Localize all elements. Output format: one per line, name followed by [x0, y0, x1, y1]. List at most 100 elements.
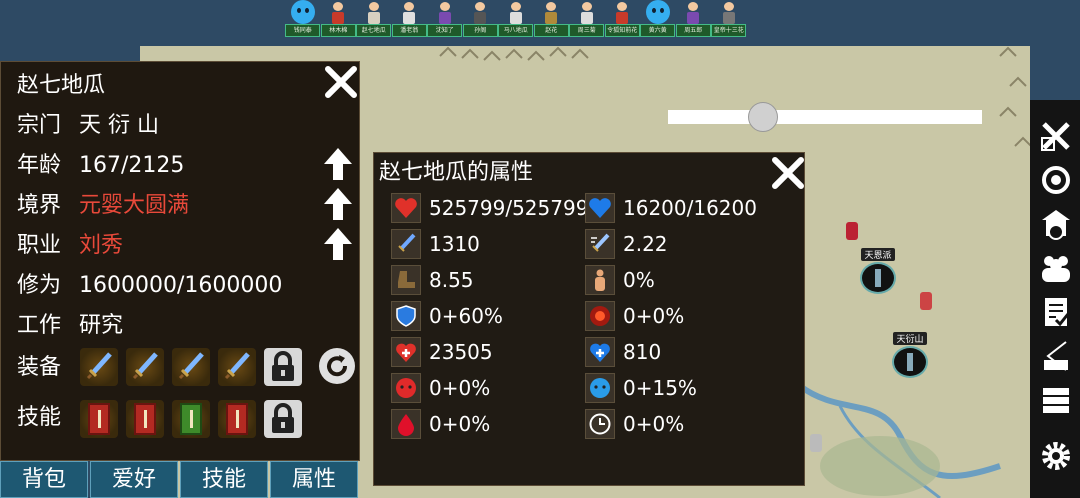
equipment-slot-sword[interactable] [80, 348, 118, 386]
green-book-icon [180, 403, 202, 435]
tab-attributes[interactable]: 属性 [270, 461, 358, 498]
attribute-stat: 8.55 [391, 265, 474, 295]
mana-heart-icon [585, 193, 615, 223]
zoom-slider-knob[interactable] [748, 102, 778, 132]
roster-member[interactable]: 潘老翁 [391, 0, 428, 38]
sect-marker[interactable]: 天恩派 [860, 248, 896, 294]
roster-member-name: 林木棉 [320, 24, 356, 37]
character-sprite-icon [717, 0, 741, 24]
attribute-stat: 0+60% [391, 301, 503, 331]
attributes-title: 赵七地瓜的属性 [379, 160, 534, 185]
roster-member-name: 钱同泰 [285, 24, 321, 37]
attribute-value: 810 [623, 340, 662, 364]
skill-slot-book[interactable] [218, 400, 256, 438]
attribute-value: 0+0% [623, 304, 685, 328]
library-icon[interactable] [1040, 384, 1072, 416]
work-label: 工作 [17, 313, 62, 338]
character-sprite-icon [681, 0, 705, 24]
collapse-icon[interactable] [1040, 120, 1072, 152]
roster-member-name: 马八地瓜 [498, 24, 534, 37]
skill-slot-book[interactable] [172, 400, 210, 438]
map-character-sprite[interactable] [846, 222, 858, 240]
realm-value: 元婴大圆满 [79, 193, 190, 218]
sect-hall-icon[interactable] [1040, 208, 1072, 240]
roster-member[interactable]: 周五郎 [675, 0, 712, 38]
equipment-slot-sword[interactable] [172, 348, 210, 386]
roster-member-name: 潘老翁 [391, 24, 427, 37]
character-sprite-icon [504, 0, 528, 24]
refresh-icon[interactable] [317, 346, 357, 386]
tab-hobbies[interactable]: 爱好 [90, 461, 178, 498]
sect-row: 宗门天 衍 山 [17, 112, 159, 140]
roster-member[interactable]: 孙阁 [462, 0, 499, 38]
realm-up-arrow-icon[interactable] [323, 187, 353, 221]
profession-value: 刘秀 [79, 233, 124, 258]
sword-icon [86, 352, 112, 380]
attribute-stat: 810 [585, 337, 661, 367]
sect-emblem-icon [860, 262, 896, 294]
character-sprite-icon [575, 0, 599, 24]
profession-up-arrow-icon[interactable] [323, 227, 353, 261]
roster-member-name: 孙阁 [462, 24, 498, 37]
attribute-stat: 0+0% [391, 409, 490, 439]
character-sprite-icon [539, 0, 563, 24]
heart-icon [391, 193, 421, 223]
boot-icon [391, 265, 421, 295]
red-face-icon [391, 373, 421, 403]
roster-member[interactable]: 赵花 [533, 0, 570, 38]
map-character-sprite[interactable] [810, 434, 822, 452]
close-icon[interactable] [323, 64, 359, 100]
lock-icon [272, 403, 294, 433]
age-up-arrow-icon[interactable] [323, 147, 353, 181]
roster-member[interactable]: 钱同泰 [285, 0, 321, 38]
tab-skills[interactable]: 技能 [180, 461, 268, 498]
attribute-stat: 2.22 [585, 229, 668, 259]
red-book-icon [88, 403, 110, 435]
roster-member-name: 赵花 [533, 24, 569, 37]
zoom-slider-track[interactable] [668, 110, 982, 124]
red-book-icon [134, 403, 156, 435]
roster-member-name: 赵七地瓜 [356, 24, 392, 37]
realm-row: 境界 元婴大圆满 [17, 192, 189, 220]
skill-slot-book[interactable] [80, 400, 118, 438]
attribute-stat: 0+0% [585, 301, 684, 331]
roster-member[interactable]: 皇帝十三花 [711, 0, 747, 38]
disciples-icon[interactable] [1040, 252, 1072, 284]
skill-slot-locked[interactable] [264, 400, 302, 438]
age-value: 167/2125 [79, 153, 185, 178]
roster-member-name: 周三菊 [569, 24, 605, 37]
attribute-stat: 525799/525799 [391, 193, 588, 223]
tab-inventory[interactable]: 背包 [0, 461, 88, 498]
attribute-stat: 1310 [391, 229, 480, 259]
settings-gear-icon[interactable] [1040, 440, 1072, 472]
cultivation-row: 修为 1600000/1600000 [17, 272, 282, 300]
character-sprite-icon [362, 0, 386, 24]
roster-member-name: 皇帝十三花 [711, 24, 747, 37]
map-character-sprite[interactable] [920, 292, 932, 310]
sword-icon [224, 352, 250, 380]
attribute-value: 2.22 [623, 232, 668, 256]
skill-slot-book[interactable] [126, 400, 164, 438]
attribute-value: 525799/525799 [429, 196, 589, 220]
stats-icon[interactable] [1040, 340, 1072, 372]
roster-member[interactable]: 令狐知前花 [604, 0, 641, 38]
character-sprite-icon [433, 0, 457, 24]
sect-label: 宗门 [17, 113, 62, 138]
roster-member[interactable]: 林木棉 [320, 0, 357, 38]
roster-member[interactable]: 沈知了 [427, 0, 463, 38]
equipment-slot-sword[interactable] [126, 348, 164, 386]
roster-member[interactable]: 周三菊 [569, 0, 605, 38]
sect-emblem-icon [892, 346, 928, 378]
equipment-slot-sword[interactable] [218, 348, 256, 386]
sword-speed-icon [585, 229, 615, 259]
roster-member[interactable]: 马八地瓜 [498, 0, 534, 38]
sect-marker[interactable]: 天衍山 [892, 332, 928, 378]
target-icon[interactable] [1040, 164, 1072, 196]
task-list-icon[interactable] [1040, 296, 1072, 328]
roster-member[interactable]: 黄六黄 [640, 0, 676, 38]
close-icon[interactable] [770, 155, 806, 191]
character-sprite-icon [326, 0, 350, 24]
equipment-slot-locked[interactable] [264, 348, 302, 386]
roster-member[interactable]: 赵七地瓜 [356, 0, 392, 38]
profession-row: 职业 刘秀 [17, 232, 123, 260]
